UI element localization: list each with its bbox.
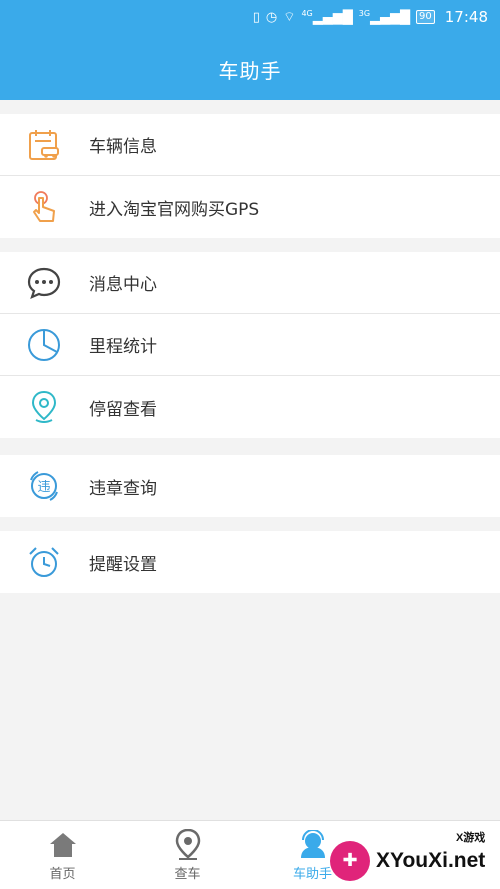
- menu-item-mileage-stats[interactable]: 里程统计: [0, 314, 500, 376]
- menu-item-label: 违章查询: [89, 478, 157, 499]
- menu-group-vehicle: 车辆信息 进入淘宝官网购买GPS: [0, 114, 500, 238]
- assistant-icon: [297, 829, 329, 861]
- menu-item-label: 消息中心: [89, 275, 157, 295]
- tab-home[interactable]: 首页: [0, 821, 125, 889]
- battery-level: 90: [419, 11, 432, 22]
- menu-item-vehicle-info[interactable]: 车辆信息: [0, 114, 500, 176]
- watermark-tag: X游戏: [455, 831, 486, 844]
- menu-item-label: 里程统计: [89, 337, 157, 357]
- menu-item-reminder-settings[interactable]: 提醒设置: [0, 531, 500, 593]
- tab-label: 查车: [174, 866, 201, 882]
- alarm-clock-icon: [24, 542, 64, 582]
- tab-label: 首页: [49, 866, 76, 882]
- menu-item-stop-view[interactable]: 停留查看: [0, 376, 500, 438]
- chat-bubble-icon: [24, 263, 64, 303]
- location-pin-icon: [24, 387, 64, 427]
- network-3g-label: 3G: [358, 8, 371, 18]
- watermark-domain: XYouXi.net: [376, 848, 486, 872]
- alarm-status-icon: ◷: [265, 9, 278, 25]
- menu-item-label: 提醒设置: [89, 554, 157, 575]
- watermark: ✚ X游戏 XYouXi.net: [330, 832, 500, 889]
- menu-item-label: 车辆信息: [89, 137, 157, 157]
- map-pin-icon: [172, 828, 204, 861]
- wifi-icon: ⌔: [283, 9, 296, 25]
- battery-icon: 90: [416, 10, 435, 24]
- network-4g-label: 4G: [301, 8, 313, 18]
- menu-item-violation-query[interactable]: 违 违章查询: [0, 455, 500, 517]
- signal-3g-icon: 3G▂▄▆█: [358, 8, 411, 26]
- gamepad-logo-icon: ✚: [330, 840, 370, 881]
- menu-item-message-center[interactable]: 消息中心: [0, 252, 500, 314]
- menu-group-reminder: 提醒设置: [0, 531, 500, 593]
- watermark-text: X游戏 XYouXi.net: [376, 832, 486, 873]
- tab-find-car[interactable]: 查车: [125, 821, 250, 889]
- vibrate-icon: ▯: [252, 9, 260, 25]
- tab-label: 车助手: [292, 866, 332, 882]
- menu-group-violation: 违 违章查询: [0, 455, 500, 517]
- car-calendar-icon: [24, 125, 64, 165]
- menu-item-buy-gps[interactable]: 进入淘宝官网购买GPS: [0, 176, 500, 238]
- page-title: 车助手: [218, 59, 282, 83]
- menu-item-label: 停留查看: [89, 399, 157, 420]
- app-header: ▯ ◷ ⌔ 4G▂▄▆█ 3G▂▄▆█ 90 17:48 车助手: [0, 0, 500, 100]
- status-time: 17:48: [444, 8, 488, 26]
- status-bar: ▯ ◷ ⌔ 4G▂▄▆█ 3G▂▄▆█ 90 17:48: [0, 0, 500, 34]
- hand-tap-icon: [24, 187, 64, 227]
- menu-group-data: 消息中心 里程统计 停留查看: [0, 252, 500, 438]
- violation-icon-text: 违: [37, 480, 50, 495]
- home-icon: [47, 829, 79, 861]
- menu-item-label: 进入淘宝官网购买GPS: [89, 199, 260, 220]
- signal-4g-icon: 4G▂▄▆█: [301, 8, 353, 26]
- violation-search-icon: 违: [24, 466, 64, 506]
- pie-chart-icon: [24, 325, 64, 365]
